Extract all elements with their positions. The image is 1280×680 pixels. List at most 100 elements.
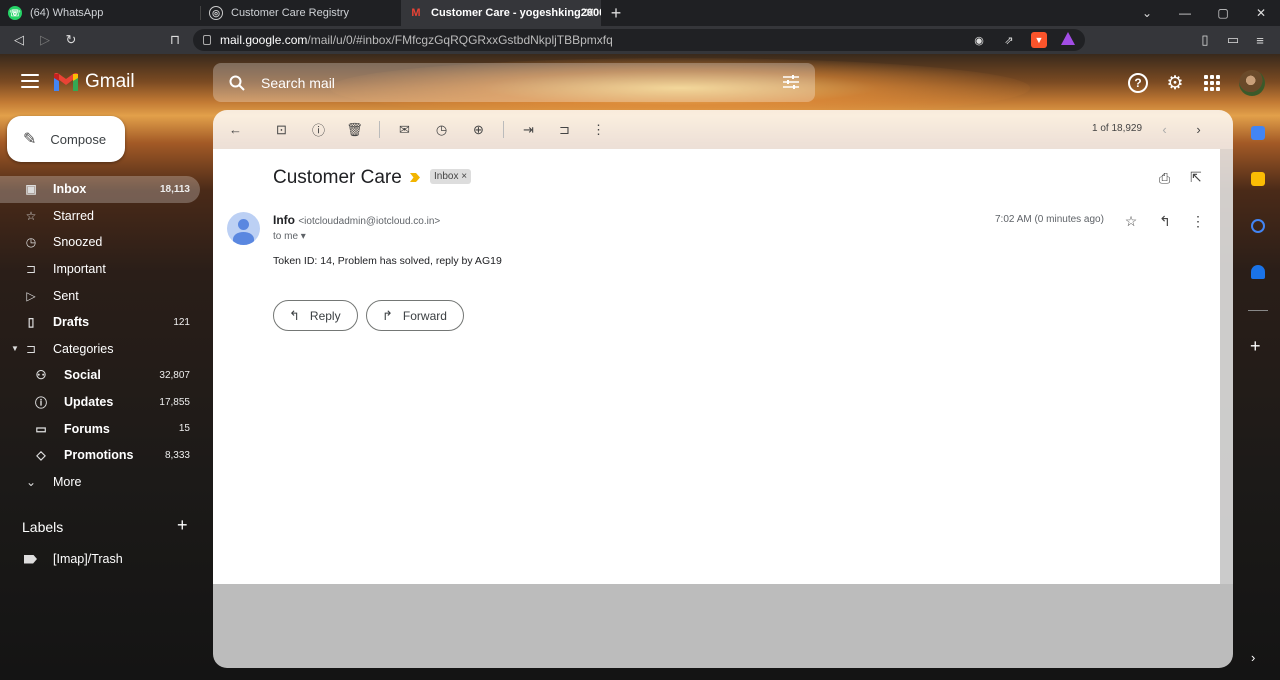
recipient-label: to me [273,231,299,242]
sidebar-item-drafts[interactable]: ▯ Drafts 121 [0,309,200,336]
reply-icon[interactable]: ↰ [1157,213,1173,229]
report-spam-icon[interactable]: ⓘ [310,121,327,138]
search-bar[interactable]: Search mail [213,63,815,102]
plus-icon: + [610,2,622,23]
close-tab-icon[interactable]: ✕ [584,5,595,21]
globe-icon: ◎ [209,6,223,20]
tab-gmail-customer-care[interactable]: M Customer Care - yogeshking2000 ✕ [401,0,601,26]
contacts-icon[interactable] [1251,265,1265,279]
expand-caret-icon[interactable]: ▼ [11,344,19,353]
labels-heading: Labels [22,519,64,535]
new-tab-button[interactable]: + [601,0,631,26]
reload-icon[interactable]: ↻ [62,31,80,49]
sidebar-item-important[interactable]: ⊐ Important [0,256,200,283]
sidebar-item-label: Inbox [53,182,87,197]
minimize-icon[interactable]: — [1166,0,1204,26]
url-host: mail.google.com [220,33,308,47]
gmail-logo[interactable]: Gmail [53,71,135,93]
tab-whatsapp[interactable]: ☏ (64) WhatsApp [0,0,200,26]
forward-button[interactable]: ↱ Forward [366,300,464,331]
sidebar-item-categories[interactable]: ▼ ⊐ Categories [0,336,200,363]
eye-icon[interactable]: ◉ [971,32,987,48]
panel-footer-area [213,584,1233,668]
more-options-icon[interactable]: ⋮ [1190,213,1206,229]
tasks-icon[interactable] [1251,219,1265,233]
sidebar-item-more[interactable]: ⌄ More [0,469,200,496]
reply-icon: ↰ [289,307,300,323]
message-panel: ← ⊡ ⓘ 🗑 ✉ ◷ ⊕ ⇥ ⊐ ⋮ 1 of 18,929 ‹ › Cust… [213,110,1233,668]
important-marker-icon[interactable] [410,173,420,182]
print-icon[interactable]: ⎙ [1159,170,1175,186]
inbox-label-chip: Inbox × [430,169,472,184]
unread-count: 32,807 [159,369,190,381]
sidebar-item-snoozed[interactable]: ◷ Snoozed [0,229,200,256]
sidebar-item-promotions[interactable]: ◇ Promotions 8,333 [0,442,200,469]
chip-label: Inbox [434,171,459,182]
email-subject: Customer Care [273,167,402,188]
sidebar-item-updates[interactable]: ⓘ Updates 17,855 [0,389,200,416]
open-in-new-window-icon[interactable]: ⇱ [1190,169,1206,185]
star-icon[interactable]: ☆ [1123,213,1139,229]
search-input[interactable]: Search mail [261,75,335,91]
sidebar-item-forums[interactable]: ▭ Forums 15 [0,415,200,442]
remove-label-icon[interactable]: × [461,171,467,182]
google-apps-icon[interactable] [1202,73,1222,93]
sidebar-item-label: Social [64,368,101,383]
sidebar-item-inbox[interactable]: ▣ Inbox 18,113 [0,176,200,203]
newer-icon[interactable]: ‹ [1156,121,1173,138]
move-to-icon[interactable]: ⇥ [520,121,537,138]
keep-icon[interactable] [1251,172,1265,186]
brave-rewards-icon[interactable] [1061,32,1075,45]
delete-icon[interactable]: 🗑 [346,121,363,138]
back-to-inbox-icon[interactable]: ← [227,121,244,138]
add-task-icon[interactable]: ⊕ [470,121,487,138]
archive-icon[interactable]: ⊡ [273,121,290,138]
chevron-down-icon[interactable]: ▾ [301,231,306,242]
calendar-icon[interactable] [1251,126,1265,140]
sidebar-item-label: Drafts [53,315,90,330]
sidebar-item-social[interactable]: ⚇ Social 32,807 [0,362,200,389]
mark-unread-icon[interactable]: ✉ [396,121,413,138]
browser-menu-icon[interactable]: ≡ [1251,31,1269,49]
browser-tab-bar: ☏ (64) WhatsApp ◎ Customer Care Registry… [0,0,1280,26]
tab-customer-care-registry[interactable]: ◎ Customer Care Registry [201,0,401,26]
address-bar[interactable]: mail.google.com/mail/u/0/#inbox/FMfcgzGq… [193,29,1085,51]
search-icon[interactable] [229,75,245,91]
sidebar-item-sent[interactable]: ▷ Sent [0,282,200,309]
recipient-details[interactable]: to me ▾ [273,231,306,242]
show-side-panel-icon[interactable]: › [1251,650,1255,665]
labels-icon[interactable]: ⊐ [556,121,573,138]
scrollbar-track[interactable] [1220,149,1233,584]
brave-shield-icon[interactable]: ▼ [1031,32,1047,48]
sidebar-item-starred[interactable]: ☆ Starred [0,203,200,230]
more-options-icon[interactable]: ⋮ [590,121,607,138]
older-icon[interactable]: › [1190,121,1207,138]
share-icon[interactable]: ⇗ [1001,32,1017,48]
settings-gear-icon[interactable]: ⚙ [1165,73,1185,94]
sender-avatar [227,212,260,245]
forward-icon[interactable]: ▷ [36,31,54,49]
close-window-icon[interactable]: ✕ [1242,0,1280,26]
sidebar-toggle-icon[interactable]: ▯ [1196,31,1214,49]
account-avatar[interactable] [1239,70,1265,96]
create-label-icon[interactable]: + [177,515,188,536]
gmail-m-icon [54,73,78,91]
tab-search-icon[interactable]: ⌄ [1128,0,1166,26]
get-add-ons-icon[interactable]: + [1250,336,1261,357]
snooze-icon[interactable]: ◷ [433,121,450,138]
forward-icon: ↱ [382,307,393,323]
unread-count: 8,333 [164,449,190,461]
maximize-icon[interactable]: ▢ [1204,0,1242,26]
email-body: Token ID: 14, Problem has solved, reply … [273,255,502,267]
compose-button[interactable]: ✎ Compose [7,116,125,162]
gmail-icon: M [411,7,421,19]
bookmark-icon[interactable]: ⊓ [166,31,184,49]
label-item-imap-trash[interactable]: [Imap]/Trash [0,548,200,570]
reply-button[interactable]: ↰ Reply [273,300,358,331]
wallet-icon[interactable]: ▭ [1224,31,1242,49]
help-icon[interactable]: ? [1128,73,1148,93]
search-options-icon[interactable] [783,75,799,89]
back-icon[interactable]: ◁ [10,31,28,49]
unread-count: 15 [178,423,190,435]
main-menu-icon[interactable] [21,74,39,88]
